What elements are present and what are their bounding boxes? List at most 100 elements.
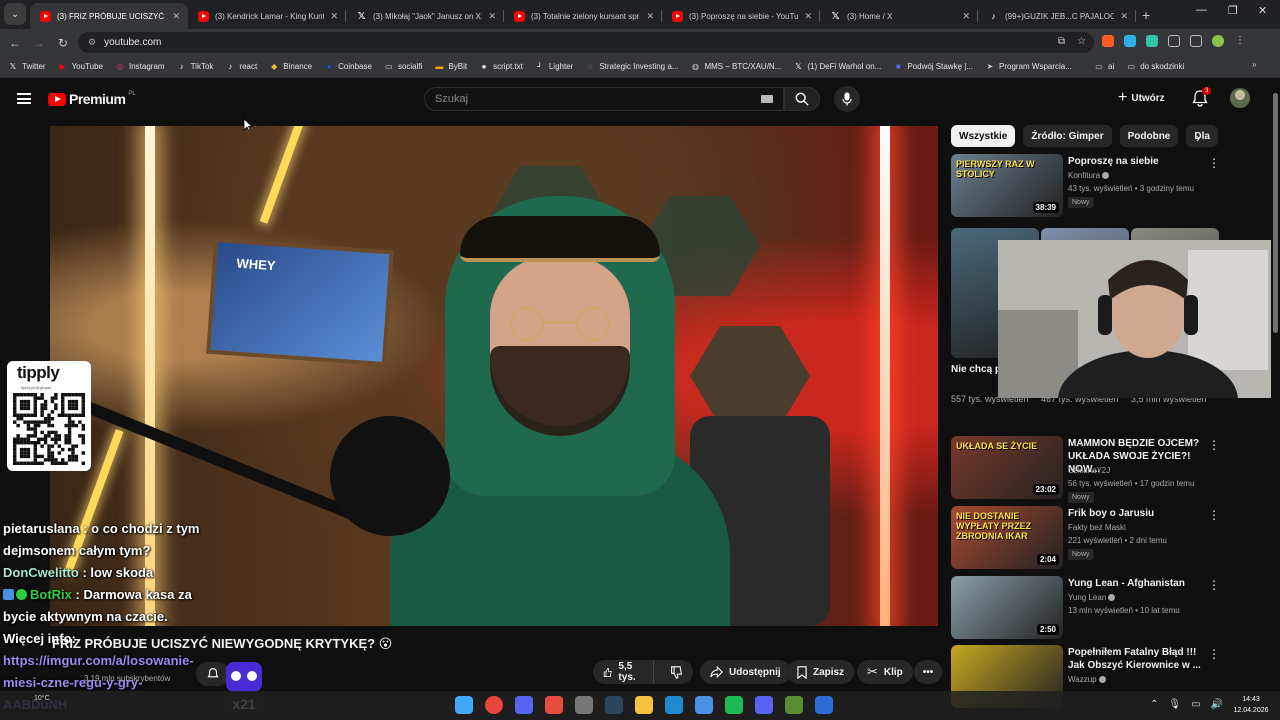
minecraft-icon[interactable]	[785, 696, 803, 714]
bookmark-item[interactable]: ◎ Instagram	[115, 62, 165, 72]
bookmark-item[interactable]: 𝕏 (1) DeFi Warhol on...	[793, 62, 881, 72]
chevron-right-icon[interactable]: ›	[1196, 131, 1200, 145]
bookmark-item[interactable]: ▭ ai	[1094, 61, 1114, 71]
recommendation-item[interactable]: UKŁADA SE ŻYCIE 23:02 MAMMON BĘDZIE OJCEM?…	[951, 436, 1266, 503]
bookmark-item[interactable]: ♪ react	[225, 62, 257, 72]
recommendation-title[interactable]: Poproszę na siebie	[1068, 155, 1208, 168]
profile-avatar-icon[interactable]	[1212, 35, 1224, 47]
close-tab-icon[interactable]: ✕	[172, 11, 180, 22]
more-actions-button[interactable]: •••	[914, 660, 942, 684]
close-tab-icon[interactable]: ✕	[1120, 11, 1128, 22]
tab-search-button[interactable]: ⌄	[4, 3, 26, 25]
keyboard-icon[interactable]	[761, 95, 773, 103]
extension-icon[interactable]	[1124, 35, 1136, 47]
bookmark-item[interactable]: ➤ Program Wsparcia...	[985, 62, 1072, 72]
close-tab-icon[interactable]: ✕	[646, 11, 654, 22]
video-thumbnail[interactable]: 2:50	[951, 576, 1063, 639]
account-avatar[interactable]	[1230, 88, 1250, 108]
youtube-premium-logo[interactable]: Premium PL	[48, 91, 136, 107]
spotify-icon[interactable]	[725, 696, 743, 714]
reading-list-icon[interactable]	[1190, 35, 1202, 47]
bookmark-item[interactable]: ◌ Strategic Investing a...	[585, 62, 679, 72]
browser-tab[interactable]: ♪ (99+)GUZIK JEB...C PAJALOCKA ✕	[978, 3, 1136, 29]
browser-tab[interactable]: (3) Poproszę na siebie - YouTub ✕	[662, 3, 820, 29]
bookmark-item[interactable]: ▭ socialfi	[384, 62, 422, 72]
recommendation-title[interactable]: Frik boy o Jarusiu	[1068, 507, 1208, 520]
system-clock[interactable]: 14:43 12.04.2026	[1226, 694, 1276, 716]
search-input[interactable]: Szukaj	[424, 87, 784, 111]
recommendation-item[interactable]: NIE DOSTANIE WYPŁATY PRZEZ ZBRODNIA IKAR…	[951, 506, 1266, 570]
extension-icon[interactable]	[1102, 35, 1114, 47]
browser-tab[interactable]: 𝕏 (3) Mikołaj "Jaok" Janusz on X: ✕	[346, 3, 504, 29]
bookmark-item[interactable]: ◍ MMS – BTC/XAU/N...	[690, 62, 781, 72]
close-tab-icon[interactable]: ✕	[330, 11, 338, 22]
site-info-icon[interactable]: ⚙	[88, 37, 96, 48]
close-tab-icon[interactable]: ✕	[488, 11, 496, 22]
recommendation-item[interactable]: PIERWSZY RAZ W STOLICY 38:39 Poproszę na s…	[951, 154, 1266, 218]
extensions-puzzle-icon[interactable]	[1168, 35, 1180, 47]
app2-icon[interactable]	[755, 696, 773, 714]
video-thumbnail[interactable]: UKŁADA SE ŻYCIE 23:02	[951, 436, 1063, 499]
browser-tab[interactable]: (3) FRIZ PRÓBUJE UCISZYĆ NIEW ✕	[30, 3, 188, 29]
chrome-menu-icon[interactable]: ⋮	[1234, 35, 1246, 47]
restore-icon[interactable]: ❐	[1228, 4, 1238, 17]
bookmark-item[interactable]: ┘ Lighter	[535, 62, 573, 72]
channel-name[interactable]: SzklanaY2J	[1068, 466, 1110, 475]
channel-name[interactable]: Wazzup	[1068, 675, 1106, 684]
more-vertical-icon[interactable]: ⋮	[1208, 578, 1220, 592]
bookmark-item[interactable]: ♪ TikTok	[177, 62, 214, 72]
network-icon[interactable]	[695, 696, 713, 714]
clip-button[interactable]: ✂ Klip	[857, 660, 913, 684]
like-button[interactable]: 5,5 tys.	[593, 660, 654, 684]
channel-name[interactable]: Konfitura	[1068, 171, 1110, 180]
tray-chevron-icon[interactable]: ⌃	[1150, 699, 1158, 710]
browser-tab[interactable]: (3) Totalnie zielony kursant spra ✕	[504, 3, 662, 29]
extension-icon[interactable]	[1146, 35, 1158, 47]
chrome-icon[interactable]	[485, 696, 503, 714]
channel-name[interactable]: Fakty bez Maski	[1068, 523, 1126, 532]
menu-icon[interactable]	[17, 93, 31, 104]
share-button[interactable]: Udostępnij	[700, 660, 791, 684]
bookmark-item[interactable]: ● script.txt	[479, 62, 523, 72]
minimize-icon[interactable]: —	[1196, 4, 1207, 16]
address-bar[interactable]: ⚙ youtube.com ⧉ ☆	[78, 32, 1094, 53]
bookmark-item[interactable]: ● Coinbase	[324, 62, 372, 72]
bookmark-item[interactable]: ▭ do skodzinki	[1126, 61, 1184, 71]
cleaner-icon[interactable]	[665, 696, 683, 714]
recommendation-item[interactable]: 2:50 Yung Lean - Afghanistan Yung Lean 13 m…	[951, 576, 1266, 640]
bookmark-item[interactable]: ▶ YouTube	[58, 62, 103, 72]
cast-icon[interactable]: ⧉	[1058, 36, 1065, 47]
page-scrollbar[interactable]	[1271, 79, 1280, 691]
more-vertical-icon[interactable]: ⋮	[1208, 438, 1220, 452]
bookmark-star-icon[interactable]: ☆	[1077, 36, 1086, 47]
app-icon[interactable]	[545, 696, 563, 714]
create-button[interactable]: + Utwórz	[1118, 89, 1165, 107]
browser-tab[interactable]: (3) Kendrick Lamar - King Kunta ✕	[188, 3, 346, 29]
recommendation-title[interactable]: Yung Lean - Afghanistan	[1068, 577, 1208, 590]
close-tab-icon[interactable]: ✕	[804, 11, 812, 22]
video-thumbnail[interactable]: PIERWSZY RAZ W STOLICY 38:39	[951, 154, 1063, 217]
more-vertical-icon[interactable]: ⋮	[1208, 156, 1220, 170]
channel-name[interactable]: Yung Lean	[1068, 593, 1116, 602]
filter-chip[interactable]: Dla	[1186, 125, 1218, 147]
weather-widget[interactable]: 10°C	[34, 695, 50, 702]
forward-icon[interactable]: →	[27, 36, 51, 50]
scrollbar-thumb[interactable]	[1273, 93, 1278, 333]
new-tab-button[interactable]: +	[1142, 7, 1150, 23]
file-explorer-icon[interactable]	[635, 696, 653, 714]
dislike-button[interactable]	[660, 665, 693, 679]
steam-icon[interactable]	[605, 696, 623, 714]
filter-chip[interactable]: Podobne	[1119, 125, 1179, 147]
bookmark-item[interactable]: ■ Podwój Stawkę |...	[893, 62, 973, 72]
windows-start-icon[interactable]	[455, 696, 473, 714]
more-vertical-icon[interactable]: ⋮	[1208, 508, 1220, 522]
volume-icon[interactable]: 🔊	[1211, 699, 1223, 710]
back-icon[interactable]: ←	[3, 36, 27, 50]
obs-icon[interactable]	[575, 696, 593, 714]
browser-tab[interactable]: 𝕏 (3) Home / X ✕	[820, 3, 978, 29]
more-vertical-icon[interactable]: ⋮	[1208, 647, 1220, 661]
save-button[interactable]: Zapisz	[787, 660, 855, 684]
close-window-icon[interactable]: ✕	[1258, 4, 1267, 17]
filter-chip[interactable]: Wszystkie	[951, 125, 1016, 147]
voice-search-button[interactable]	[834, 86, 860, 112]
